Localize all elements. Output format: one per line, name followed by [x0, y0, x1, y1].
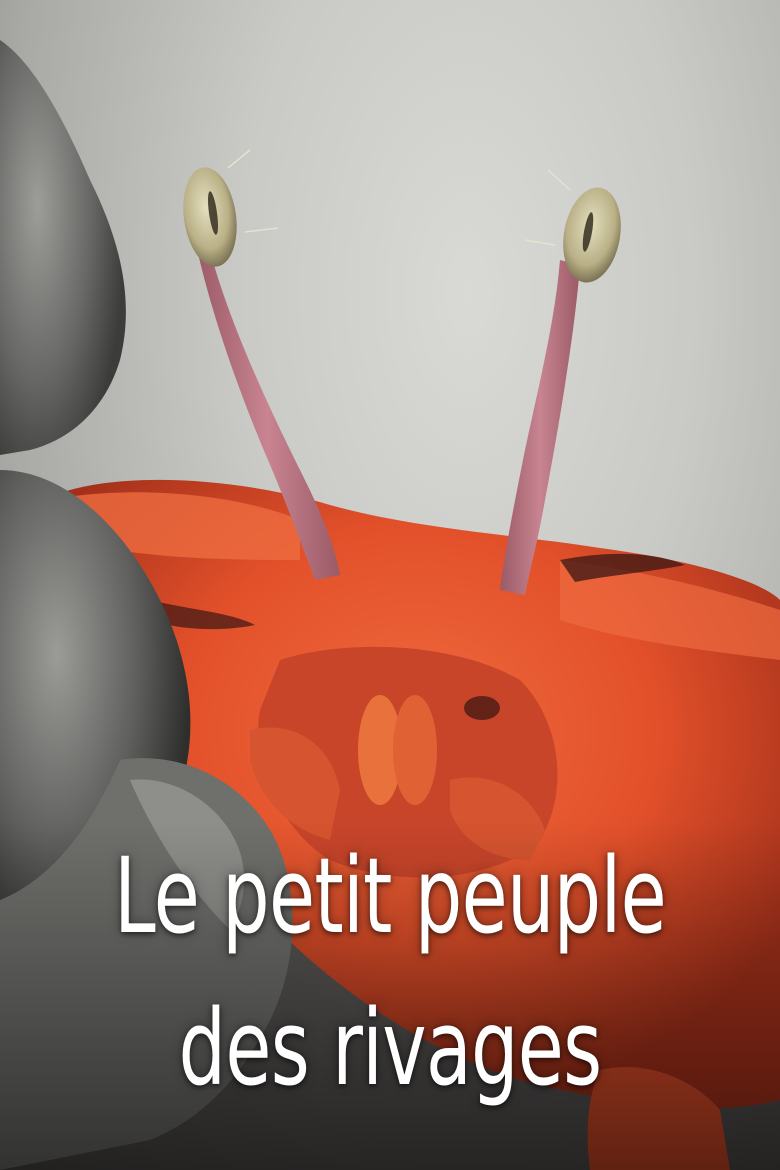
mouth-part-right [393, 695, 437, 805]
rock-top [0, 40, 126, 455]
bristle [244, 227, 279, 233]
bristle [547, 169, 571, 191]
title-line-1: Le petit peuple [114, 835, 667, 957]
crab-eye-socket [464, 696, 500, 720]
bristle [227, 149, 251, 169]
poster-title: Le petit peuple des rivages [0, 820, 780, 1124]
bristle [524, 239, 556, 246]
poster: Le petit peuple des rivages [0, 0, 780, 1170]
title-line-2: des rivages [178, 987, 603, 1109]
